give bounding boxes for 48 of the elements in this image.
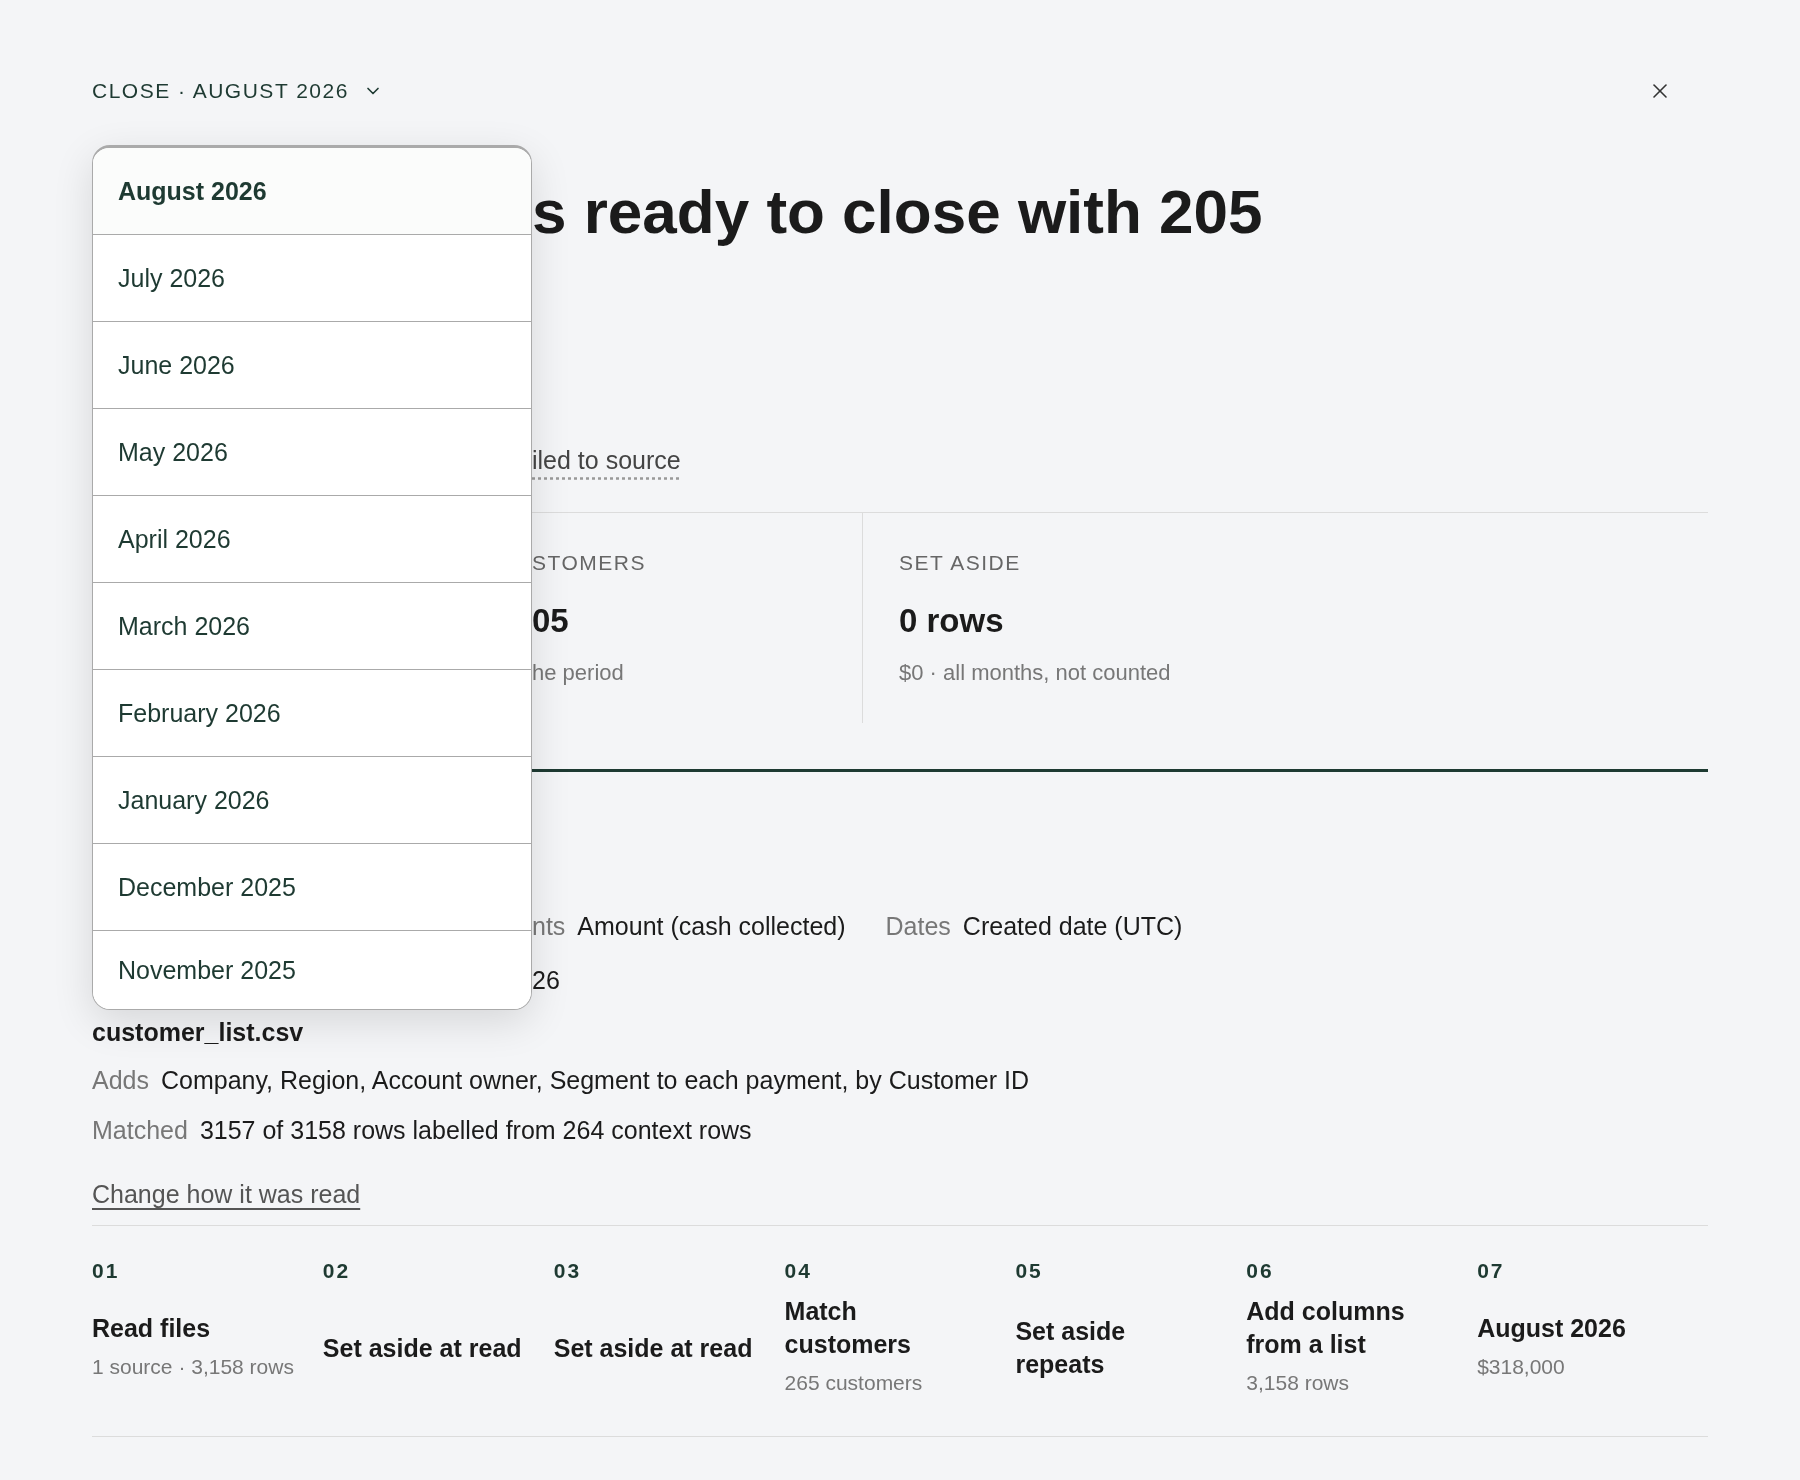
file-name: customer_list.csv xyxy=(92,1017,305,1048)
step-title: August 2026 xyxy=(1477,1312,1627,1344)
step-number: 07 xyxy=(1477,1258,1505,1284)
month-option[interactable]: December 2025 xyxy=(93,844,531,931)
month-option[interactable]: July 2026 xyxy=(93,235,531,322)
field-value: 3157 of 3158 rows labelled from 264 context rows xyxy=(199,1115,752,1146)
month-option[interactable]: February 2026 xyxy=(93,670,531,757)
step-number: 04 xyxy=(784,1258,812,1284)
step-number: 06 xyxy=(1246,1258,1274,1284)
step-note: $318,000 xyxy=(1477,1353,1566,1380)
step-number: 05 xyxy=(1015,1258,1043,1284)
stat-note: $0 · all months, not counted xyxy=(899,659,1172,687)
step-note: 1 source · 3,158 rows xyxy=(92,1353,295,1380)
stat-label: STOMERS xyxy=(532,550,647,576)
step-title: Add columns from a list xyxy=(1246,1296,1406,1360)
month-option[interactable]: March 2026 xyxy=(93,583,531,670)
field-label: Dates xyxy=(885,911,951,942)
field-value: Company, Region, Account owner, Segment to each payment, by Customer ID xyxy=(161,1065,1030,1096)
stat-label: SET ASIDE xyxy=(899,550,1022,576)
headline: s ready to close with 205 xyxy=(532,176,1263,248)
field-label: Matched xyxy=(92,1115,188,1146)
source-link[interactable]: iled to source xyxy=(532,444,681,476)
step-title: Set aside repeats xyxy=(1015,1316,1127,1380)
field-value: Created date (UTC) xyxy=(962,911,1183,942)
step-number: 02 xyxy=(322,1258,351,1284)
stat-note: he period xyxy=(532,659,625,687)
stat-value: 05 xyxy=(532,601,570,641)
step-title: Set aside at read xyxy=(322,1332,523,1364)
detail-text: 26 xyxy=(532,965,560,996)
step-note: 265 customers xyxy=(784,1370,924,1396)
field-value: Amount (cash collected) xyxy=(577,911,846,942)
step-note: 3,158 rows xyxy=(1246,1370,1350,1396)
stat-value: 0 rows xyxy=(899,601,1005,641)
field-label: nts xyxy=(532,911,566,942)
period-picker[interactable]: CLOSE · AUGUST 2026 xyxy=(92,78,383,104)
month-option[interactable]: June 2026 xyxy=(93,322,531,409)
month-option[interactable]: January 2026 xyxy=(93,757,531,844)
change-link[interactable]: Change how it was read xyxy=(92,1176,361,1212)
step-title: Set aside at read xyxy=(553,1332,754,1364)
month-option[interactable]: April 2026 xyxy=(93,496,531,583)
step-number: 03 xyxy=(553,1258,582,1284)
month-option[interactable]: November 2025 xyxy=(93,931,531,1009)
step-title: Match customers xyxy=(784,1296,912,1360)
month-option[interactable]: May 2026 xyxy=(93,409,531,496)
step-number: 01 xyxy=(92,1258,120,1284)
field-label: Adds xyxy=(92,1065,149,1096)
month-option[interactable]: August 2026 xyxy=(93,148,531,235)
step-title: Read files xyxy=(92,1312,212,1344)
